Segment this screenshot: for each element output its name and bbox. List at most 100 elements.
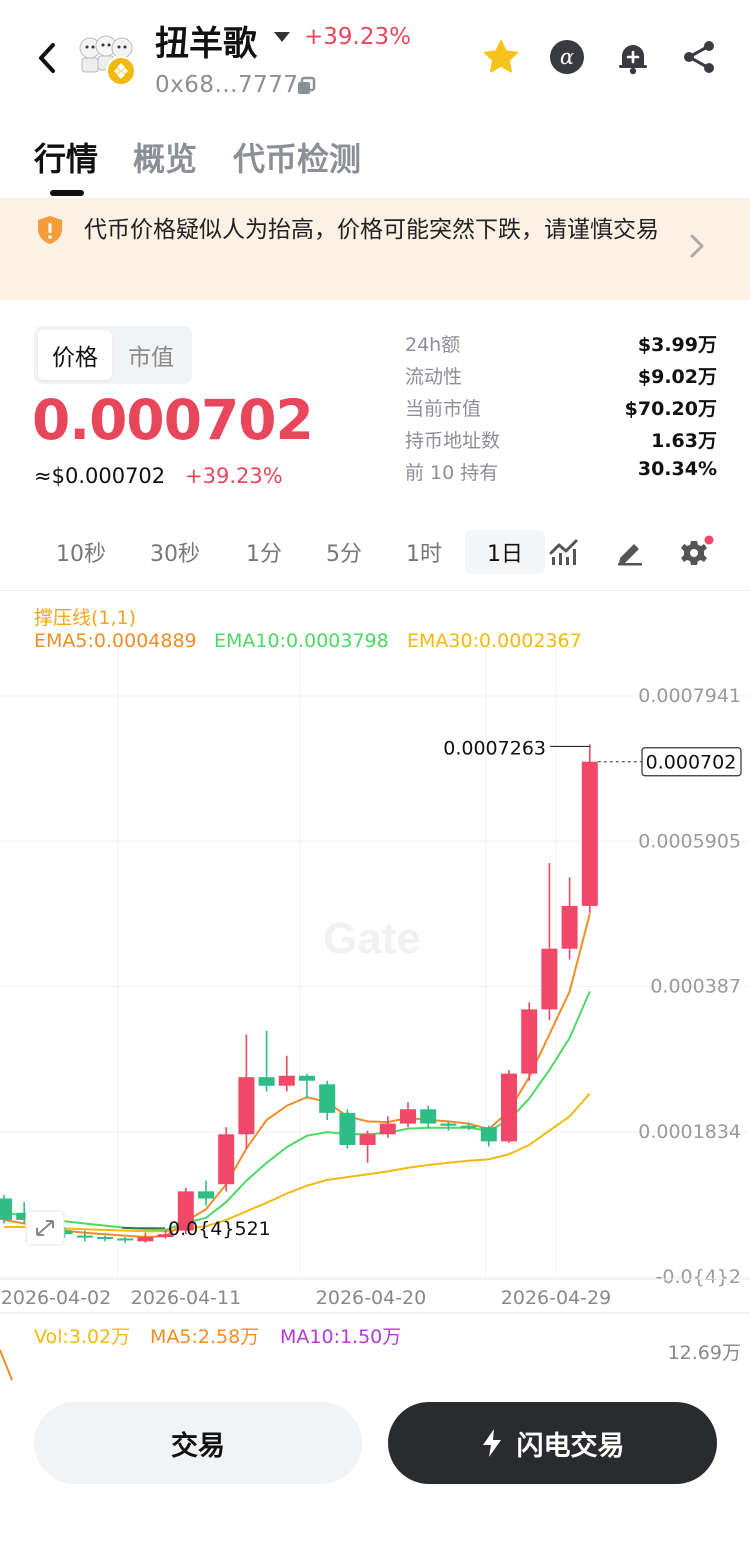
candle-body xyxy=(218,1134,235,1185)
tab-underline xyxy=(50,190,84,196)
y-tick-label: 0.000387 xyxy=(650,976,741,998)
flash-trade-label: 闪电交易 xyxy=(516,1430,625,1462)
shield-warning-icon xyxy=(38,216,62,244)
x-tick-label: 2026-04-02 xyxy=(1,1287,111,1309)
stat-label: 持币地址数 xyxy=(405,430,501,452)
candle-body xyxy=(198,1191,214,1199)
back-button[interactable] xyxy=(30,38,64,78)
copy-icon[interactable] xyxy=(296,76,316,96)
ema5-label: EMA5:0.0004889 xyxy=(34,630,197,652)
volume-max-label: 12.69万 xyxy=(668,1342,741,1364)
stat-row-volume: 24h额 $3.99万 xyxy=(405,330,717,362)
flash-trade-button[interactable]: 闪电交易 xyxy=(388,1402,717,1484)
stat-value: $3.99万 xyxy=(637,334,717,356)
chart-settings-button[interactable] xyxy=(678,534,714,570)
token-stats: 24h额 $3.99万 流动性 $9.02万 当前市值 $70.20万 持币地址数 1.… xyxy=(405,330,717,490)
stat-row-liquidity: 流动性 $9.02万 xyxy=(405,362,717,394)
alpha-button[interactable]: α xyxy=(548,38,586,76)
candlestick-chart-svg[interactable]: 0.0007941 0.0005905 0.000387 0.0001834 -0.0{… xyxy=(0,650,750,1390)
stat-value: $70.20万 xyxy=(624,398,717,420)
candle-body xyxy=(117,1238,134,1241)
y-tick-label: -0.0{4}2 xyxy=(656,1266,741,1288)
interval-10s[interactable]: 10秒 xyxy=(46,530,116,574)
price-marketcap-toggle: 价格 市值 xyxy=(34,326,192,384)
stat-label: 当前市值 xyxy=(405,398,482,420)
chevron-left-icon xyxy=(39,43,55,73)
gear-icon xyxy=(681,535,714,565)
header-change: +39.23% xyxy=(304,24,411,50)
alpha-icon: α xyxy=(550,40,584,74)
candle-body xyxy=(460,1125,477,1128)
stat-label: 前 10 持有 xyxy=(405,462,499,484)
stat-value: 1.63万 xyxy=(651,430,717,452)
price-usd: ≈$0.000702 xyxy=(34,464,166,488)
candle-body xyxy=(521,1009,538,1074)
share-button[interactable] xyxy=(680,38,718,76)
caret-down-icon[interactable] xyxy=(272,30,292,44)
last-price-label: 0.000702 xyxy=(646,752,737,774)
warning-text: 代币价格疑似人为抬高，价格可能突然下跌，请谨慎交易 xyxy=(84,217,659,243)
candle-body xyxy=(97,1237,113,1240)
indicators-button[interactable] xyxy=(546,534,582,570)
price-chart[interactable]: 0.0007941 0.0005905 0.000387 0.0001834 -0.0{… xyxy=(0,650,750,1390)
candle-body xyxy=(440,1123,457,1126)
alert-button[interactable] xyxy=(614,38,652,76)
gate-watermark: Gate xyxy=(323,914,421,963)
draw-tool-button[interactable] xyxy=(612,534,648,570)
interval-1m[interactable]: 1分 xyxy=(234,530,294,574)
tab-market[interactable]: 行情 xyxy=(34,134,98,180)
candle-body xyxy=(299,1075,315,1081)
candle-body xyxy=(238,1077,255,1135)
tab-overview[interactable]: 概览 xyxy=(133,134,197,180)
candle-body xyxy=(76,1235,93,1238)
stat-value: 30.34% xyxy=(637,458,717,480)
interval-1d[interactable]: 1日 xyxy=(465,530,545,574)
price-change: +39.23% xyxy=(185,464,283,488)
stat-row-top10: 前 10 持有 30.34% xyxy=(405,458,717,490)
token-title[interactable]: 扭羊歌 xyxy=(155,16,257,65)
chart-indicator-icon xyxy=(549,539,578,565)
candle-body xyxy=(319,1084,336,1113)
risk-warning-banner[interactable]: 代币价格疑似人为抬高，价格可能突然下跌，请谨慎交易 xyxy=(0,198,750,300)
candle-body xyxy=(400,1109,416,1124)
x-tick-label: 2026-04-20 xyxy=(316,1287,426,1309)
bell-plus-icon xyxy=(619,45,647,75)
high-price-label: 0.0007263 xyxy=(443,737,546,759)
y-tick-label: 0.0007941 xyxy=(638,685,741,707)
candle-body xyxy=(480,1127,497,1142)
interval-1h[interactable]: 1时 xyxy=(394,530,454,574)
stat-value: $9.02万 xyxy=(637,366,717,388)
svg-text:α: α xyxy=(560,45,574,69)
candle-body xyxy=(137,1237,154,1242)
interval-30s[interactable]: 30秒 xyxy=(140,530,210,574)
toggle-marketcap[interactable]: 市值 xyxy=(114,330,188,380)
y-tick-label: 0.0005905 xyxy=(638,830,741,852)
current-price: 0.000702 xyxy=(32,388,314,452)
share-icon xyxy=(684,41,714,73)
candle-body xyxy=(278,1075,295,1086)
tab-token-check[interactable]: 代币检测 xyxy=(233,134,361,180)
candle-body xyxy=(561,905,578,949)
bottom-action-bar: 交易 闪电交易 xyxy=(0,1390,750,1553)
pen-icon xyxy=(618,544,642,566)
stat-row-marketcap: 当前市值 $70.20万 xyxy=(405,394,717,426)
favorite-button[interactable] xyxy=(482,38,520,76)
y-tick-label: 0.0001834 xyxy=(638,1121,741,1143)
x-tick-label: 2026-04-29 xyxy=(501,1287,611,1309)
interval-5m[interactable]: 5分 xyxy=(314,530,374,574)
candle-body xyxy=(581,761,598,906)
volume-ma5-label: MA5:2.58万 xyxy=(150,1326,259,1348)
candle-body xyxy=(339,1112,356,1145)
low-price-label: 0.0{4}521 xyxy=(168,1218,271,1240)
candle-body xyxy=(501,1073,517,1142)
trade-button[interactable]: 交易 xyxy=(34,1402,362,1484)
tab-bar: 行情 概览 代币检测 xyxy=(0,128,750,198)
header: 扭羊歌 +39.23% 0x68...7777 α xyxy=(0,0,750,115)
contract-address: 0x68...7777 xyxy=(155,72,299,98)
candle-body xyxy=(541,948,558,1010)
candle-body xyxy=(359,1134,376,1145)
volume-ma-line xyxy=(0,1349,13,1381)
divider xyxy=(0,590,750,591)
toggle-price[interactable]: 价格 xyxy=(38,330,112,380)
candle-body xyxy=(0,1198,12,1220)
